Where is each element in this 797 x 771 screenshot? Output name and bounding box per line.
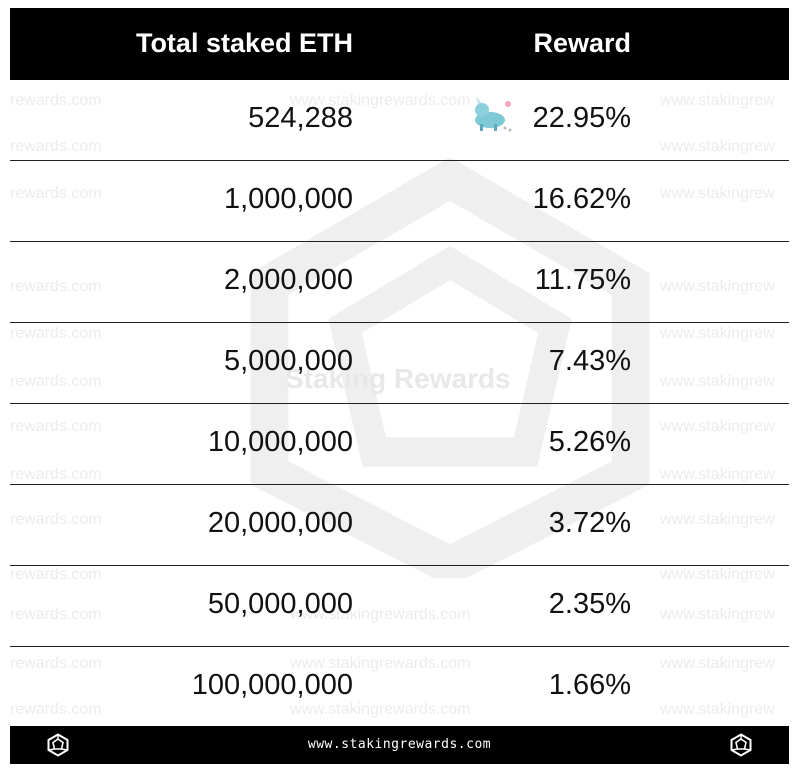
cell-total-staked: 50,000,000: [207, 588, 353, 620]
reward-table-image: Staking Rewards Total staked ETH Reward …: [10, 8, 789, 764]
cell-reward: 11.75%: [534, 264, 631, 296]
footer-url: www.stakingrewards.com: [307, 737, 492, 752]
watermark-text: rewards.com: [10, 466, 102, 483]
watermark-text: www.stakingrew: [660, 466, 775, 483]
watermark-text: rewards.com: [10, 185, 102, 202]
watermark-text: www.stakingrew: [660, 701, 775, 718]
watermark-text: www.stakingrew: [660, 185, 775, 202]
table-row: rewards.com www.stakingrew 2,000,000 11.…: [10, 242, 789, 323]
watermark-text: rewards.com: [10, 566, 102, 583]
footer-bar: www.stakingrewards.com: [10, 726, 789, 764]
cell-reward: 1.66%: [548, 669, 631, 701]
cell-total-staked: 2,000,000: [223, 264, 353, 296]
watermark-text: rewards.com: [10, 701, 102, 718]
cell-reward: 3.72%: [548, 507, 631, 539]
watermark-text: www.stakingrew: [660, 655, 775, 672]
table-row: rewards.com rewards.com www.stakingrew w…: [10, 323, 789, 404]
watermark-text: rewards.com: [10, 138, 102, 155]
cell-reward: 5.26%: [548, 426, 631, 458]
rhino-mascot-icon: [475, 97, 512, 132]
cell-reward: 2.35%: [548, 588, 631, 620]
table-row: rewards.com rewards.com www.stakingrew w…: [10, 404, 789, 485]
watermark-text: www.stakingrew: [660, 511, 775, 528]
watermark-text: rewards.com: [10, 92, 102, 109]
cell-total-staked: 1,000,000: [223, 183, 353, 215]
table-row: rewards.com www.stakingrew 20,000,000 3.…: [10, 485, 789, 566]
watermark-text: rewards.com: [10, 325, 102, 342]
watermark-text: rewards.com: [10, 606, 102, 623]
header-total-staked-eth: Total staked ETH: [135, 28, 353, 58]
table-row: rewards.com rewards.com www.stakingrew w…: [10, 647, 789, 728]
cell-total-staked: 20,000,000: [207, 507, 353, 539]
cell-total-staked: 10,000,000: [207, 426, 353, 458]
cell-total-staked: 524,288: [248, 102, 353, 134]
cell-reward: 7.43%: [548, 345, 631, 377]
watermark-text: www.stakingrew: [660, 606, 775, 623]
watermark-text: www.stakingrew: [660, 373, 775, 390]
cell-reward: 16.62%: [532, 183, 631, 215]
watermark-text: rewards.com: [10, 278, 102, 295]
table-row: rewards.com rewards.com www.stakingrew w…: [10, 80, 789, 161]
staking-rewards-logo-icon: [730, 733, 752, 757]
table-header: Total staked ETH Reward: [10, 8, 789, 80]
table-row: rewards.com www.stakingrew 1,000,000 16.…: [10, 161, 789, 242]
watermark-text: rewards.com: [10, 418, 102, 435]
watermark-text: www.stakingrew: [660, 278, 775, 295]
cell-reward: 22.95%: [532, 102, 631, 134]
cell-total-staked: 100,000,000: [191, 669, 353, 701]
watermark-text: rewards.com: [10, 511, 102, 528]
cell-total-staked: 5,000,000: [223, 345, 353, 377]
watermark-text: rewards.com: [10, 655, 102, 672]
watermark-text: www.stakingrew: [660, 325, 775, 342]
watermark-text: www.stakingrew: [660, 566, 775, 583]
watermark-text: www.stakingrew: [660, 138, 775, 155]
watermark-text: www.stakingrew: [660, 92, 775, 109]
watermark-text: www.stakingrew: [660, 418, 775, 435]
header-reward: Reward: [533, 28, 631, 58]
table-body: rewards.com rewards.com www.stakingrew w…: [10, 80, 789, 728]
watermark-text: www.stakingrewards.com: [290, 701, 471, 718]
table-row: rewards.com rewards.com www.stakingrew w…: [10, 566, 789, 647]
watermark-text: rewards.com: [10, 373, 102, 390]
